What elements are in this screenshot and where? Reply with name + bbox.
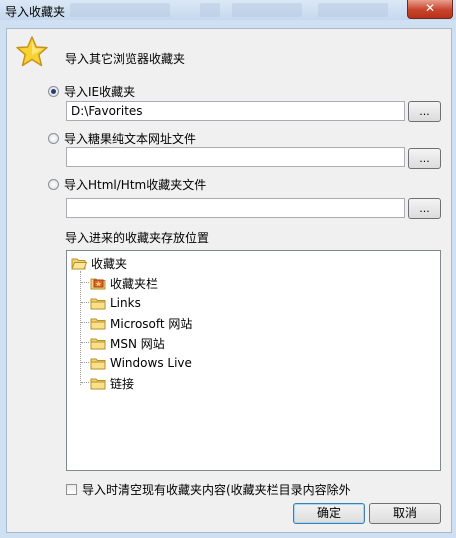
tree-item-root[interactable]: 收藏夹 xyxy=(71,254,127,272)
radio-import-ie[interactable]: 导入IE收藏夹 xyxy=(48,83,135,99)
dialog-body: 导入其它浏览器收藏夹 导入IE收藏夹 D:\Favorites ... 导入糖果… xyxy=(6,28,452,533)
html-path-input[interactable] xyxy=(66,198,405,218)
clear-existing-checkbox[interactable] xyxy=(66,484,77,495)
radio-import-text[interactable]: 导入糖果纯文本网址文件 xyxy=(48,130,196,146)
window-title: 导入收藏夹 xyxy=(5,5,66,19)
tree-connector xyxy=(80,271,81,385)
tree-item-windows-live[interactable]: Windows Live xyxy=(90,354,192,372)
tree-connector xyxy=(81,362,89,363)
browse-button-text[interactable]: ... xyxy=(408,148,441,169)
browse-button-html[interactable]: ... xyxy=(408,198,441,219)
radio-button-selected[interactable] xyxy=(48,85,59,97)
close-button[interactable]: ✕ xyxy=(407,0,453,19)
radio-button[interactable] xyxy=(48,178,59,190)
radio-label-html: 导入Html/Htm收藏夹文件 xyxy=(64,177,207,192)
background-tab xyxy=(318,3,388,17)
location-label: 导入进来的收藏夹存放位置 xyxy=(65,231,210,245)
cancel-button[interactable]: 取消 xyxy=(369,503,441,524)
browse-button-ie[interactable]: ... xyxy=(408,101,441,122)
folder-icon xyxy=(90,358,106,369)
text-path-input[interactable] xyxy=(66,147,405,167)
ie-path-input[interactable]: D:\Favorites xyxy=(66,101,405,121)
clear-existing-checkbox-row[interactable]: 导入时清空现有收藏夹内容(收藏夹栏目录内容除外 xyxy=(66,481,351,498)
radio-import-html[interactable]: 导入Html/Htm收藏夹文件 xyxy=(48,176,206,192)
background-tab xyxy=(232,3,302,17)
tree-connector xyxy=(81,382,89,383)
tree-connector xyxy=(81,322,89,323)
tree-connector xyxy=(81,282,89,283)
folder-open-icon xyxy=(71,258,87,269)
title-bar: 导入收藏夹 ✕ xyxy=(0,0,456,20)
radio-label-ie: 导入IE收藏夹 xyxy=(64,84,136,99)
folder-icon xyxy=(90,318,106,329)
radio-label-text: 导入糖果纯文本网址文件 xyxy=(64,131,197,146)
favorites-bar-folder-icon xyxy=(90,278,106,289)
tree-item-microsoft[interactable]: Microsoft 网站 xyxy=(90,314,192,332)
radio-button[interactable] xyxy=(48,132,59,144)
ok-button[interactable]: 确定 xyxy=(293,503,365,524)
folder-tree[interactable]: 收藏夹 收藏夹栏 Links Microsoft 网站 MSN 网站 Windo… xyxy=(66,250,441,471)
tree-item-links-cn[interactable]: 链接 xyxy=(90,374,134,392)
star-icon xyxy=(16,36,48,67)
tree-connector xyxy=(81,302,89,303)
background-tab xyxy=(200,3,220,17)
tree-connector xyxy=(81,342,89,343)
clear-existing-label: 导入时清空现有收藏夹内容(收藏夹栏目录内容除外 xyxy=(82,483,351,497)
close-icon: ✕ xyxy=(424,1,436,15)
folder-icon xyxy=(90,378,106,389)
tree-item-msn[interactable]: MSN 网站 xyxy=(90,334,165,352)
folder-icon xyxy=(90,298,106,309)
header-text: 导入其它浏览器收藏夹 xyxy=(65,52,186,66)
tree-item-favorites-bar[interactable]: 收藏夹栏 xyxy=(90,274,158,292)
folder-icon xyxy=(90,338,106,349)
background-tab xyxy=(70,3,170,17)
tree-item-links[interactable]: Links xyxy=(90,294,141,312)
